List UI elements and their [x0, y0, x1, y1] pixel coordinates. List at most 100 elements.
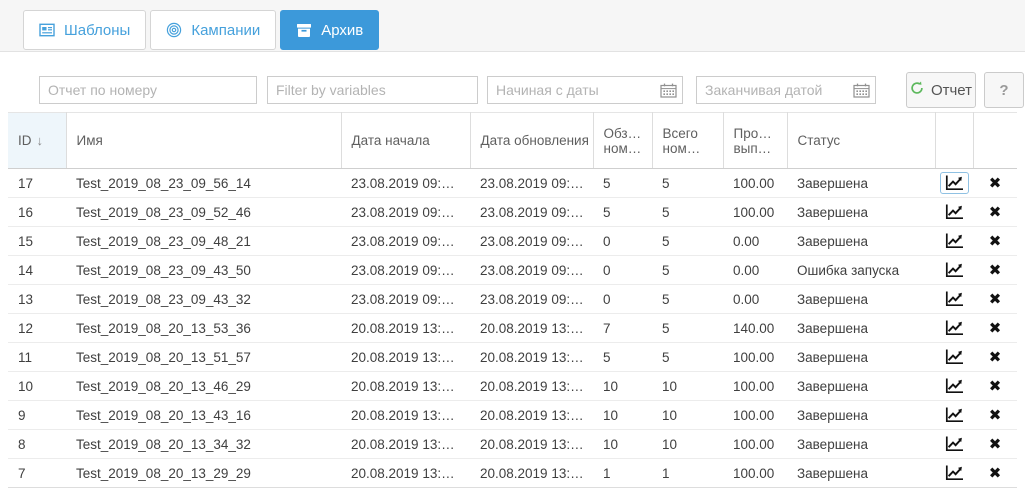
- cell-date-update: 23.08.2019 09:…: [470, 198, 593, 227]
- table-row[interactable]: 15 Test_2019_08_23_09_48_21 23.08.2019 0…: [8, 227, 1017, 256]
- cell-id: 17: [8, 169, 66, 198]
- line-chart-icon: [945, 407, 964, 423]
- chart-button[interactable]: [940, 288, 969, 310]
- cell-status: Завершена: [787, 198, 935, 227]
- table-body: 17 Test_2019_08_23_09_56_14 23.08.2019 0…: [8, 169, 1017, 488]
- col-header-id[interactable]: ID↓: [8, 113, 66, 169]
- cell-called: 0: [593, 285, 652, 314]
- cell-name: Test_2019_08_20_13_51_57: [66, 343, 341, 372]
- table-row[interactable]: 17 Test_2019_08_23_09_56_14 23.08.2019 0…: [8, 169, 1017, 198]
- col-header-called[interactable]: Обз… ном…: [593, 113, 652, 169]
- report-number-input[interactable]: [39, 76, 257, 104]
- chart-button[interactable]: [940, 317, 969, 339]
- col-header-percent[interactable]: Про… вып…: [723, 113, 787, 169]
- table-row[interactable]: 14 Test_2019_08_23_09_43_50 23.08.2019 0…: [8, 256, 1017, 285]
- cell-percent: 100.00: [723, 401, 787, 430]
- variables-filter-input[interactable]: [267, 76, 478, 104]
- chart-button[interactable]: [940, 172, 969, 194]
- cell-date-update: 20.08.2019 13:…: [470, 343, 593, 372]
- cell-date-start: 20.08.2019 13:…: [341, 343, 470, 372]
- table-row[interactable]: 13 Test_2019_08_23_09_43_32 23.08.2019 0…: [8, 285, 1017, 314]
- chart-button[interactable]: [940, 230, 969, 252]
- cell-status: Завершена: [787, 459, 935, 488]
- tab-bar: Шаблоны Кампании Архив: [0, 0, 1025, 52]
- help-button[interactable]: ?: [984, 72, 1024, 108]
- cell-status: Завершена: [787, 314, 935, 343]
- table-row[interactable]: 9 Test_2019_08_20_13_43_16 20.08.2019 13…: [8, 401, 1017, 430]
- cell-percent: 0.00: [723, 285, 787, 314]
- date-to-box: [696, 76, 876, 104]
- line-chart-icon: [945, 204, 964, 220]
- line-chart-icon: [945, 291, 964, 307]
- date-from-box: [487, 76, 683, 104]
- cell-percent: 100.00: [723, 198, 787, 227]
- line-chart-icon: [945, 465, 964, 481]
- col-header-total-line1: Всего: [663, 126, 717, 141]
- campaigns-target-icon: [166, 22, 182, 38]
- date-from-input[interactable]: [487, 76, 683, 104]
- table-row[interactable]: 7 Test_2019_08_20_13_29_29 20.08.2019 13…: [8, 459, 1017, 488]
- delete-button[interactable]: ✖: [989, 233, 1002, 250]
- col-header-percent-line1: Про…: [734, 126, 781, 141]
- delete-button[interactable]: ✖: [989, 175, 1002, 192]
- col-header-date-start[interactable]: Дата начала: [341, 113, 470, 169]
- cell-name: Test_2019_08_20_13_46_29: [66, 372, 341, 401]
- tab-campaigns[interactable]: Кампании: [150, 10, 276, 50]
- cell-date-start: 20.08.2019 13:…: [341, 372, 470, 401]
- report-button[interactable]: Отчет: [906, 72, 976, 108]
- cell-name: Test_2019_08_23_09_56_14: [66, 169, 341, 198]
- cell-id: 13: [8, 285, 66, 314]
- delete-button[interactable]: ✖: [989, 204, 1002, 221]
- chart-button[interactable]: [940, 259, 969, 281]
- date-to-input[interactable]: [696, 76, 876, 104]
- tab-templates[interactable]: Шаблоны: [23, 10, 146, 50]
- table-row[interactable]: 8 Test_2019_08_20_13_34_32 20.08.2019 13…: [8, 430, 1017, 459]
- cell-date-start: 23.08.2019 09:…: [341, 256, 470, 285]
- chart-button[interactable]: [940, 201, 969, 223]
- cell-status: Завершена: [787, 285, 935, 314]
- col-header-name[interactable]: Имя: [66, 113, 341, 169]
- table-row[interactable]: 11 Test_2019_08_20_13_51_57 20.08.2019 1…: [8, 343, 1017, 372]
- col-header-date-update[interactable]: Дата обновления: [470, 113, 593, 169]
- table-row[interactable]: 10 Test_2019_08_20_13_46_29 20.08.2019 1…: [8, 372, 1017, 401]
- cell-total: 5: [652, 198, 723, 227]
- cell-called: 10: [593, 401, 652, 430]
- delete-button[interactable]: ✖: [989, 436, 1002, 453]
- line-chart-icon: [945, 378, 964, 394]
- delete-button[interactable]: ✖: [989, 291, 1002, 308]
- chart-button[interactable]: [940, 462, 969, 484]
- cell-called: 5: [593, 169, 652, 198]
- chart-button[interactable]: [940, 346, 969, 368]
- cell-id: 9: [8, 401, 66, 430]
- table-row[interactable]: 12 Test_2019_08_20_13_53_36 20.08.2019 1…: [8, 314, 1017, 343]
- delete-button[interactable]: ✖: [989, 349, 1002, 366]
- chart-button[interactable]: [940, 433, 969, 455]
- delete-button[interactable]: ✖: [989, 262, 1002, 279]
- cell-percent: 140.00: [723, 314, 787, 343]
- cell-date-start: 20.08.2019 13:…: [341, 401, 470, 430]
- tab-campaigns-label: Кампании: [191, 22, 260, 39]
- cell-date-start: 20.08.2019 13:…: [341, 430, 470, 459]
- cell-date-update: 23.08.2019 09:…: [470, 169, 593, 198]
- cell-id: 16: [8, 198, 66, 227]
- col-header-called-line1: Обз…: [604, 126, 646, 141]
- tab-archive-label: Архив: [321, 22, 363, 39]
- cell-name: Test_2019_08_20_13_29_29: [66, 459, 341, 488]
- cell-total: 5: [652, 314, 723, 343]
- chart-button[interactable]: [940, 375, 969, 397]
- line-chart-icon: [945, 233, 964, 249]
- chart-button[interactable]: [940, 404, 969, 426]
- cell-name: Test_2019_08_23_09_43_50: [66, 256, 341, 285]
- cell-called: 1: [593, 459, 652, 488]
- cell-name: Test_2019_08_20_13_53_36: [66, 314, 341, 343]
- col-header-status[interactable]: Статус: [787, 113, 935, 169]
- cell-id: 10: [8, 372, 66, 401]
- delete-button[interactable]: ✖: [989, 407, 1002, 424]
- delete-button[interactable]: ✖: [989, 378, 1002, 395]
- tab-archive[interactable]: Архив: [280, 10, 379, 50]
- col-header-delete: [973, 113, 1017, 169]
- delete-button[interactable]: ✖: [989, 465, 1002, 482]
- table-row[interactable]: 16 Test_2019_08_23_09_52_46 23.08.2019 0…: [8, 198, 1017, 227]
- delete-button[interactable]: ✖: [989, 320, 1002, 337]
- col-header-total[interactable]: Всего ном…: [652, 113, 723, 169]
